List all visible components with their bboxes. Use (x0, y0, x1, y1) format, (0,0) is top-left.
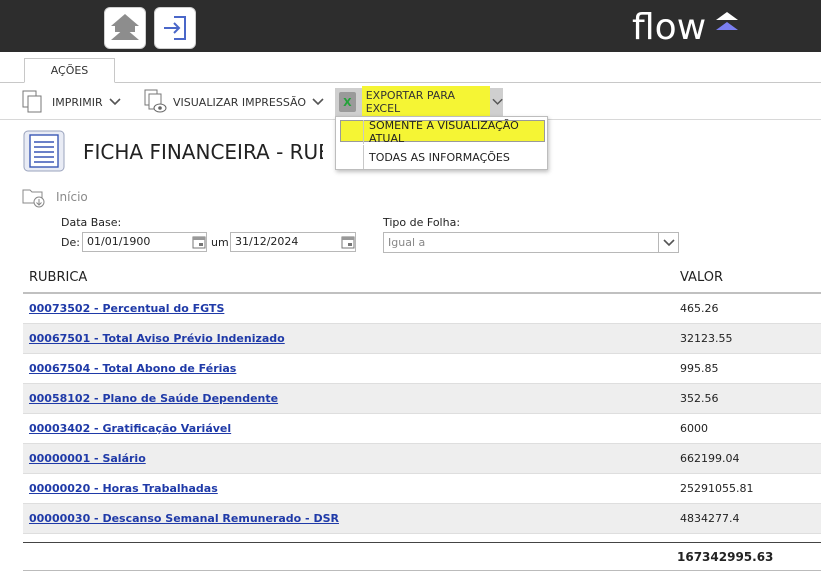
table-row: 00000020 - Horas Trabalhadas 25291055.81 (23, 474, 821, 504)
logo-arrow-icon (716, 12, 738, 30)
um-label: um (211, 236, 229, 249)
menu-item-label: SOMENTE A VISUALIZAÇÃO ATUAL (369, 119, 519, 145)
menu-item-label: TODAS AS INFORMAÇÕES (369, 150, 510, 164)
print-icon (22, 90, 42, 113)
rubrica-link[interactable]: 00073502 - Percentual do FGTS (29, 294, 224, 323)
table-row: 00003402 - Gratificação Variável 6000 (23, 414, 821, 444)
print-label: IMPRIMIR (52, 95, 103, 109)
date-to-field[interactable]: 31/12/2024 (230, 232, 356, 252)
folder-download-icon (22, 189, 45, 208)
print-preview-label: VISUALIZAR IMPRESSÃO (173, 95, 307, 109)
rubrica-link[interactable]: 00000020 - Horas Trabalhadas (29, 474, 218, 503)
tab-bar: AÇÕES (0, 58, 821, 83)
date-from-field[interactable]: 01/01/1900 (82, 232, 207, 252)
column-header-rubrica[interactable]: RUBRICA (29, 264, 87, 292)
table-row: 00058102 - Plano de Saúde Dependente 352… (23, 384, 821, 414)
breadcrumb-home[interactable]: Início (56, 190, 88, 204)
tab-acoes[interactable]: AÇÕES (24, 58, 115, 83)
exit-icon (164, 16, 186, 40)
top-bar: flow (0, 0, 821, 52)
toolbar: IMPRIMIR VISUALIZAR IMPRESSÃO X EXPORTAR… (0, 84, 821, 120)
table-row: 00067501 - Total Aviso Prévio Indenizado… (23, 324, 821, 354)
data-base-label: Data Base: (61, 216, 122, 229)
valor-cell: 465.26 (680, 302, 719, 315)
excel-icon: X (339, 92, 356, 112)
calendar-icon[interactable] (192, 235, 207, 250)
valor-cell: 352.56 (680, 392, 719, 405)
tipo-folha-select[interactable]: Igual a (383, 232, 679, 253)
chevron-down-icon (109, 98, 121, 106)
valor-cell: 995.85 (680, 362, 719, 375)
table-row: 00073502 - Percentual do FGTS 465.26 (23, 294, 821, 324)
de-label: De: (61, 236, 80, 249)
chevron-down-icon (492, 98, 503, 105)
column-header-valor[interactable]: VALOR (680, 264, 723, 292)
rubrica-link[interactable]: 00067504 - Total Abono de Férias (29, 354, 236, 383)
calendar-icon[interactable] (341, 235, 356, 250)
valor-cell: 32123.55 (680, 332, 733, 345)
total-value: 167342995.63 (677, 550, 774, 564)
valor-cell: 662199.04 (680, 452, 740, 465)
chevron-down-icon (658, 233, 678, 252)
export-menu: SOMENTE A VISUALIZAÇÃO ATUAL TODAS AS IN… (335, 116, 548, 170)
valor-cell: 4834277.4 (680, 512, 740, 525)
print-button[interactable]: IMPRIMIR (22, 88, 121, 116)
table-row: 00000030 - Descanso Semanal Remunerado -… (23, 504, 821, 534)
page-title: FICHA FINANCEIRA - RUBRICA (83, 140, 323, 164)
export-menu-item-current-view[interactable]: SOMENTE A VISUALIZAÇÃO ATUAL (336, 119, 549, 145)
home-button[interactable] (104, 7, 146, 49)
logo-text: flow (632, 7, 707, 48)
breadcrumb[interactable]: Início (22, 186, 88, 208)
valor-cell: 6000 (680, 422, 708, 435)
print-preview-button[interactable]: VISUALIZAR IMPRESSÃO (144, 88, 324, 116)
tipo-folha-value: Igual a (388, 236, 426, 249)
export-excel-label: EXPORTAR PARA EXCEL (361, 86, 490, 118)
export-excel-button[interactable]: X EXPORTAR PARA EXCEL (335, 86, 503, 118)
table-row: 00067504 - Total Abono de Férias 995.85 (23, 354, 821, 384)
print-preview-icon (144, 89, 167, 113)
exit-button[interactable] (154, 7, 196, 49)
home-upload-icon (111, 14, 139, 40)
rubrica-link[interactable]: 00058102 - Plano de Saúde Dependente (29, 384, 278, 413)
tipo-folha-label: Tipo de Folha: (383, 216, 461, 229)
table-row: 00000001 - Salário 662199.04 (23, 444, 821, 474)
document-list-icon (23, 130, 65, 172)
table-header: RUBRICA VALOR (23, 264, 821, 294)
table-bottom-divider (23, 570, 821, 571)
flow-logo: flow (632, 7, 738, 48)
chevron-down-icon (312, 98, 324, 106)
rubrica-link[interactable]: 00000001 - Salário (29, 444, 146, 473)
total-divider (23, 542, 821, 543)
rubrica-link[interactable]: 00000030 - Descanso Semanal Remunerado -… (29, 504, 339, 533)
rubrica-link[interactable]: 00067501 - Total Aviso Prévio Indenizado (29, 324, 285, 353)
export-menu-item-all-info[interactable]: TODAS AS INFORMAÇÕES (336, 145, 549, 169)
valor-cell: 25291055.81 (680, 482, 754, 495)
rubrica-link[interactable]: 00003402 - Gratificação Variável (29, 414, 231, 443)
